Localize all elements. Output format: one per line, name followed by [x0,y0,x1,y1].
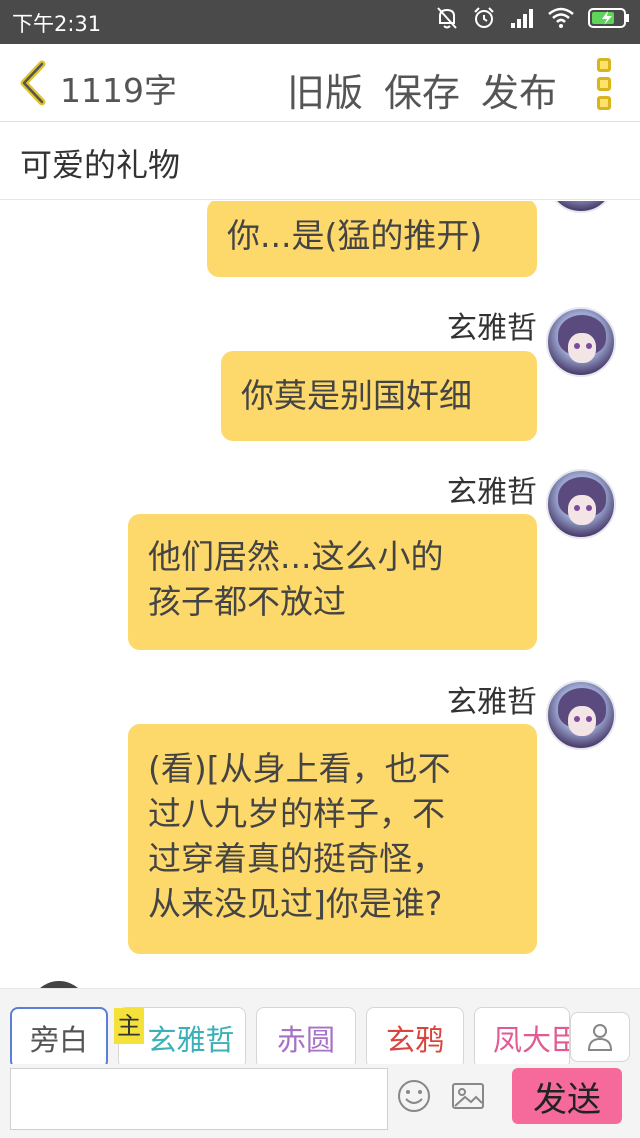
role-xuanya[interactable]: 玄鸦 [366,1007,464,1069]
role-selector: 旁白 玄雅哲 赤圆 玄鸦 凤大臣 [0,988,640,1069]
menu-dot-icon [597,96,611,110]
status-time: 下午2:31 [12,12,102,36]
story-title[interactable]: 可爱的礼物 [20,140,180,186]
person-icon [587,1024,613,1051]
image-icon [452,1083,484,1109]
send-label: 发送 [533,1079,601,1120]
more-menu-button[interactable] [592,58,616,110]
message-line: 他们居然...这么小的 [148,537,444,576]
role-label: 玄雅哲 [147,1023,235,1057]
avatar[interactable] [546,680,616,750]
message-input[interactable] [10,1068,388,1130]
role-label: 玄鸦 [385,1023,444,1057]
speaker-name: 玄雅哲 [447,311,537,346]
message-text: 你莫是别国奸细 [241,376,472,415]
main-character-badge: 主 [114,1008,144,1044]
role-fengdachen[interactable]: 凤大臣 [474,1007,570,1069]
wifi-icon [548,7,574,29]
smiley-icon [398,1080,430,1112]
status-bar: 下午2:31 [0,0,640,44]
old-version-button[interactable]: 旧版 [287,62,363,117]
role-label: 旁白 [29,1023,88,1057]
avatar[interactable] [546,201,616,213]
role-label: 赤圆 [276,1023,335,1057]
signal-icon [510,7,534,29]
message-bubble[interactable]: 你...是(猛的推开) [207,201,537,277]
message-line: 从来没见过]你是谁? [148,884,443,923]
menu-dot-icon [597,77,611,91]
bell-off-icon [436,6,458,30]
menu-dot-icon [597,58,611,72]
message-bubble[interactable]: 他们居然...这么小的 孩子都不放过 [128,514,537,650]
story-title-bar: 可爱的礼物 [0,122,640,200]
manage-roles-button[interactable] [570,1012,630,1062]
status-icons [436,6,630,30]
message-line: 孩子都不放过 [148,582,346,621]
message-line: 过八九岁的样子，不 [148,794,445,833]
dialogue-list[interactable]: 你...是(猛的推开) 玄雅哲 你莫是别国奸细 玄雅哲 他们居然...这么小的 … [0,201,640,988]
emoji-button[interactable] [396,1078,432,1114]
chevron-left-icon [20,60,46,106]
avatar[interactable] [546,307,616,377]
publish-button[interactable]: 发布 [481,62,557,117]
message-line: 过穿着真的挺奇怪， [148,839,445,878]
role-narrator[interactable]: 旁白 [10,1007,108,1069]
word-count: 1119字 [60,71,177,110]
message-line: (看)[从身上看，也不 [148,749,451,788]
input-bar: 发送 [0,1064,640,1138]
message-text: 你...是(猛的推开) [227,216,483,255]
back-button[interactable] [14,60,54,106]
message-bubble[interactable]: (看)[从身上看，也不 过八九岁的样子，不 过穿着真的挺奇怪， 从来没见过]你是… [128,724,537,954]
battery-charging-icon [588,7,630,29]
save-button[interactable]: 保存 [384,62,460,117]
speaker-name: 玄雅哲 [447,685,537,720]
image-button[interactable] [450,1078,486,1114]
role-label: 凤大臣 [493,1023,569,1057]
send-button[interactable]: 发送 [512,1068,622,1124]
alarm-icon [472,6,496,30]
editor-header: 1119字 旧版 保存 发布 [0,44,640,122]
role-chiyuan[interactable]: 赤圆 [256,1007,356,1069]
message-bubble[interactable]: 你莫是别国奸细 [221,351,537,441]
speaker-name: 玄雅哲 [447,475,537,510]
avatar[interactable] [30,981,88,988]
avatar[interactable] [546,469,616,539]
